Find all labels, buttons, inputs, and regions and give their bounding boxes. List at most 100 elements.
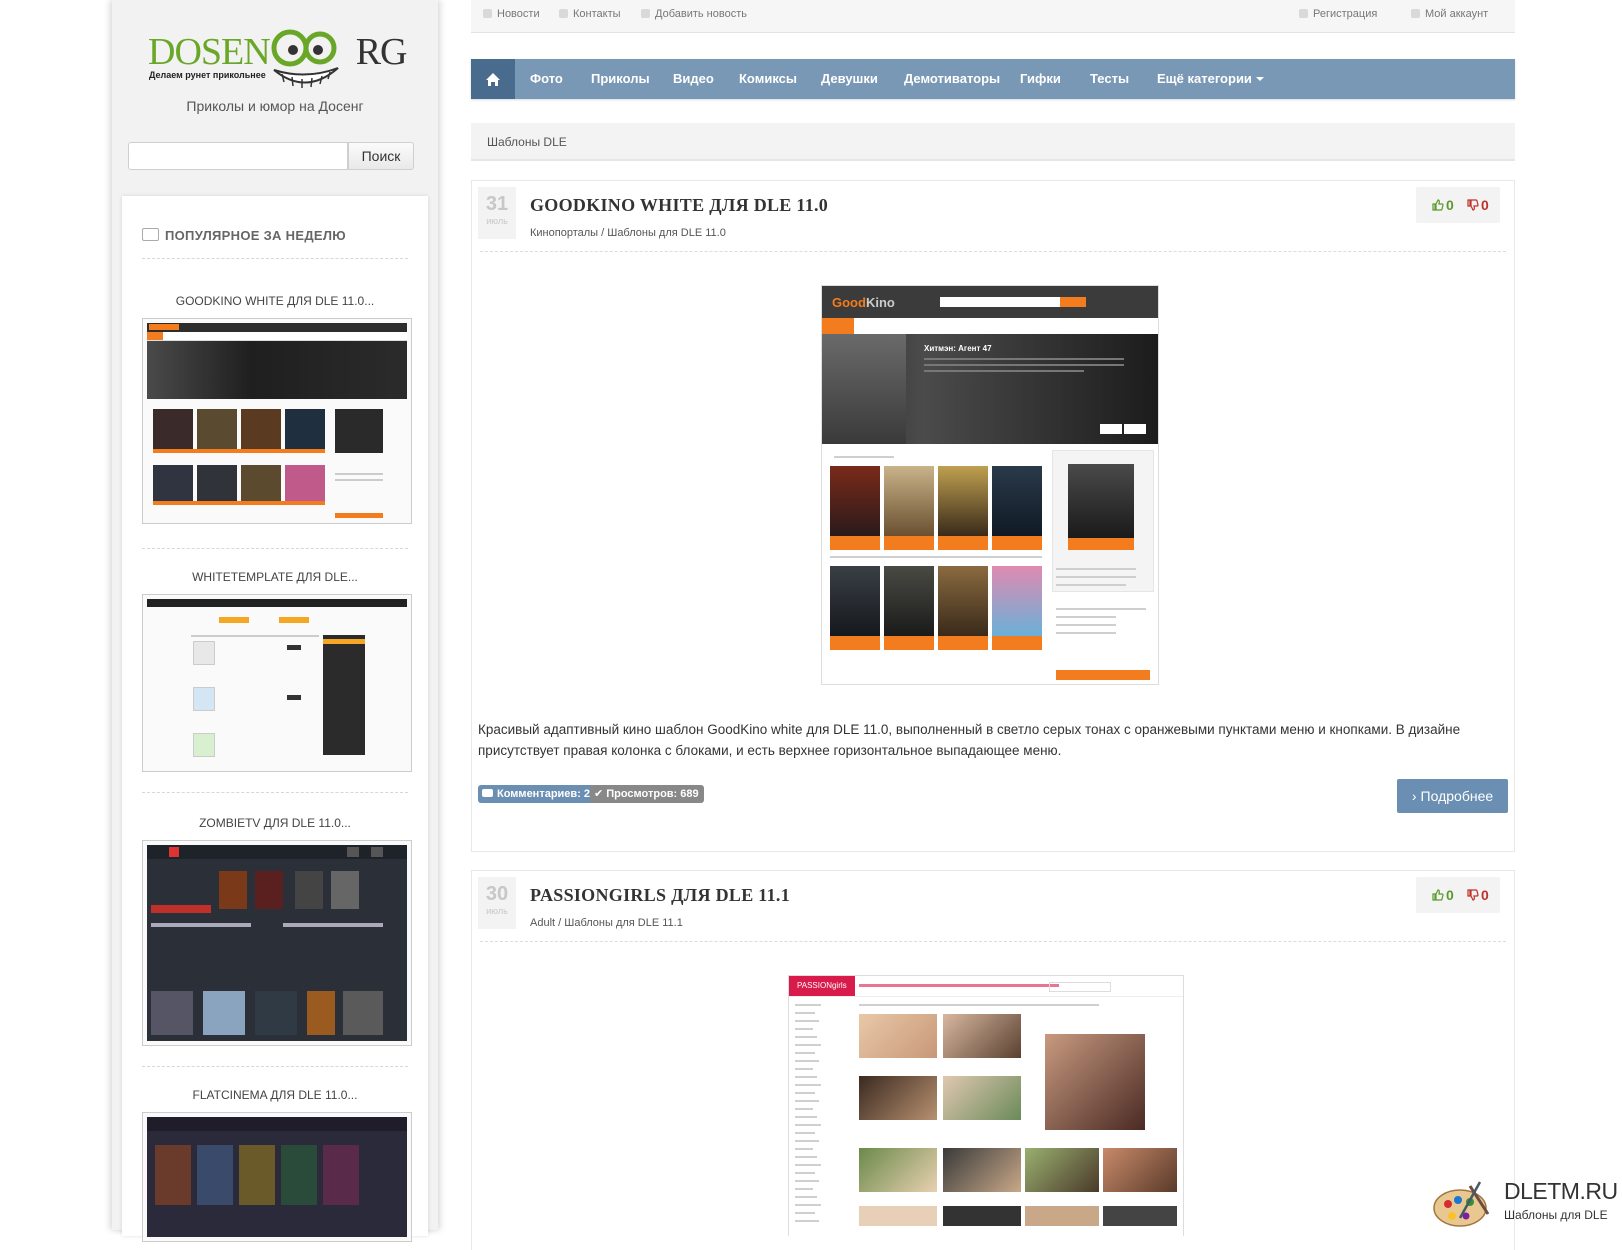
search-button[interactable]: Поиск [348, 142, 414, 170]
logo-text-right: RG [355, 31, 408, 73]
logo-smiley-icon [271, 29, 339, 88]
category-link[interactable]: Шаблоны для DLE 11.1 [564, 917, 683, 929]
article-description: Красивый адаптивный кино шаблон GoodKino… [478, 722, 1461, 758]
popular-week-block: ПОПУЛЯРНОЕ ЗА НЕДЕЛЮ GOODKINO WHITE ДЛЯ … [122, 196, 428, 1242]
popular-item-thumbnail[interactable] [142, 594, 412, 772]
thumbs-up-icon [1432, 889, 1444, 901]
topbar-link-contacts[interactable]: Контакты [559, 8, 621, 20]
popular-item-title[interactable]: ZOMBIETV ДЛЯ DLE 11.0... [122, 816, 428, 830]
like-button[interactable]: 0 [1432, 197, 1454, 213]
like-button[interactable]: 0 [1432, 887, 1454, 903]
preview-logo-good: Good [832, 295, 866, 310]
top-bar: Новости Контакты Добавить новость Регист… [471, 0, 1515, 33]
category-link[interactable]: Adult [530, 917, 555, 929]
thumbs-up-icon [1432, 199, 1444, 211]
watermark-title: DLETM.RU [1504, 1178, 1618, 1204]
article-title[interactable]: GOODKINO WHITE ДЛЯ DLE 11.0 [530, 195, 828, 216]
site-tagline: Приколы и юмор на Досенг [186, 98, 364, 114]
read-more-label: Подробнее [1420, 788, 1494, 804]
dislike-button[interactable]: 0 [1467, 197, 1489, 213]
article-card: 31 июль GOODKINO WHITE ДЛЯ DLE 11.0 Кино… [471, 180, 1515, 852]
breadcrumb-current: Шаблоны DLE [487, 135, 567, 149]
date-day: 30 [485, 883, 509, 905]
topbar-link-label: Контакты [573, 8, 621, 20]
date-box: 31 июль [478, 187, 516, 239]
nav-item-more-categories[interactable]: Ещё категории [1157, 59, 1264, 99]
sidebar: DOSEN RG Делаем рунет прикольнее Приколы … [112, 0, 438, 1242]
category-link[interactable]: Шаблоны для DLE 11.0 [607, 227, 726, 239]
topbar-link-label: Добавить новость [655, 8, 747, 20]
nav-item-demotivators[interactable]: Демотиваторы [904, 59, 1000, 99]
template-preview-image[interactable]: PASSIONgirls [788, 975, 1184, 1236]
topbar-link-news[interactable]: Новости [483, 8, 540, 20]
popular-item-title[interactable]: WHITETEMPLATE ДЛЯ DLE... [122, 570, 428, 584]
thumbnail-preview [147, 845, 407, 1041]
watermark-subtitle: Шаблоны для DLE [1504, 1208, 1608, 1222]
rating-box: 0 0 [1416, 877, 1500, 913]
topbar-link-register[interactable]: Регистрация [1299, 8, 1377, 20]
preview-hero-title: Хитмэн: Агент 47 [924, 344, 992, 353]
topbar-link-label: Новости [497, 8, 540, 20]
popular-title-text: ПОПУЛЯРНОЕ ЗА НЕДЕЛЮ [165, 228, 346, 243]
thumbnail-preview [147, 323, 407, 519]
nav-item-video[interactable]: Видео [673, 59, 714, 99]
nav-item-girls[interactable]: Девушки [821, 59, 878, 99]
nav-item-tests[interactable]: Тесты [1090, 59, 1129, 99]
nav-item-gifs[interactable]: Гифки [1020, 59, 1061, 99]
popular-item-thumbnail[interactable] [142, 840, 412, 1046]
nav-item-label: Ещё категории [1157, 71, 1252, 86]
divider [142, 258, 408, 259]
check-icon: ✔ [594, 788, 604, 800]
plus-icon [1299, 9, 1308, 18]
logo-text-left: DOSEN [148, 31, 271, 73]
dislike-button[interactable]: 0 [1467, 887, 1489, 903]
user-icon [1411, 9, 1420, 18]
caret-down-icon [1255, 77, 1264, 81]
search-input[interactable] [128, 142, 348, 170]
watermark: DLETM.RU Шаблоны для DLE [1430, 1178, 1620, 1234]
thumbs-down-icon [1467, 889, 1479, 901]
thumbs-down-icon [1467, 199, 1479, 211]
site-logo[interactable]: DOSEN RG Делаем рунет прикольнее [148, 20, 407, 98]
thumbnail-preview [147, 1117, 407, 1237]
popular-item-title[interactable]: GOODKINO WHITE ДЛЯ DLE 11.0... [122, 294, 428, 308]
preview-logo: GoodKino [832, 295, 895, 310]
home-icon [486, 73, 500, 86]
preview-menu [822, 318, 1158, 335]
nav-item-photo[interactable]: Фото [530, 59, 563, 99]
divider [142, 792, 408, 793]
article-card: 30 июль PASSIONGIRLS ДЛЯ DLE 11.1 Adult … [471, 870, 1515, 1250]
palette-icon [1433, 1181, 1490, 1227]
article-title[interactable]: PASSIONGIRLS ДЛЯ DLE 11.1 [530, 885, 790, 906]
chevron-right-icon: › [1411, 788, 1417, 804]
news-icon [142, 228, 159, 241]
date-box: 30 июль [478, 877, 516, 929]
popular-item-title[interactable]: FLATCINEMA ДЛЯ DLE 11.0... [122, 1088, 428, 1102]
like-count: 0 [1446, 887, 1454, 903]
like-count: 0 [1446, 197, 1454, 213]
topbar-link-account[interactable]: Мой аккаунт [1411, 8, 1488, 20]
article-categories: Кинопорталы / Шаблоны для DLE 11.0 [530, 227, 726, 239]
nav-item-jokes[interactable]: Приколы [591, 59, 650, 99]
thumbnail-preview [147, 599, 407, 767]
divider [480, 251, 1506, 252]
template-preview-image[interactable]: GoodKino Хитмэн: Агент 47 [821, 285, 1159, 685]
nav-home-button[interactable] [471, 59, 515, 99]
read-more-button[interactable]: › Подробнее [1397, 779, 1508, 813]
breadcrumb: Шаблоны DLE [471, 123, 1515, 161]
heart-icon [559, 9, 568, 18]
topbar-link-add-news[interactable]: Добавить новость [641, 8, 747, 20]
popular-item-thumbnail[interactable] [142, 318, 412, 524]
nav-item-comics[interactable]: Комиксы [739, 59, 797, 99]
date-day: 31 [485, 193, 509, 215]
topbar-link-label: Мой аккаунт [1425, 8, 1489, 20]
rating-box: 0 0 [1416, 187, 1500, 223]
views-count: Просмотров: 689 [606, 788, 699, 800]
comments-badge[interactable]: Комментариев: 2 [478, 785, 596, 803]
preview-logo-kino: Kino [865, 295, 895, 310]
popular-item-thumbnail[interactable] [142, 1112, 412, 1242]
category-link[interactable]: Кинопорталы [530, 227, 598, 239]
comment-icon [482, 789, 493, 797]
popular-title: ПОПУЛЯРНОЕ ЗА НЕДЕЛЮ [142, 228, 346, 243]
news-icon [483, 9, 492, 18]
